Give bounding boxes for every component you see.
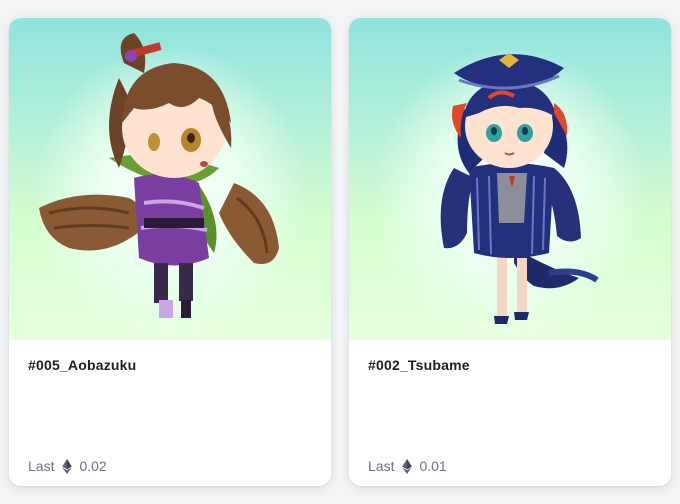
nft-card[interactable]: #002_Tsubame Last 0.01 bbox=[349, 18, 671, 486]
nft-image-tsubame[interactable] bbox=[349, 18, 671, 340]
nft-card-grid: #005_Aobazuku Last 0.02 #002_Tsubame Las… bbox=[0, 0, 680, 504]
price-value: 0.02 bbox=[79, 458, 107, 474]
ethereum-icon bbox=[402, 458, 413, 474]
ethereum-icon bbox=[62, 458, 73, 474]
nft-title[interactable]: #002_Tsubame bbox=[368, 357, 470, 373]
last-price-row: Last 0.01 bbox=[368, 458, 447, 474]
last-price-row: Last 0.02 bbox=[28, 458, 107, 474]
nft-card[interactable]: #005_Aobazuku Last 0.02 bbox=[9, 18, 331, 486]
chibi-owl-girl-illustration bbox=[39, 33, 279, 318]
chibi-swallow-girl-illustration bbox=[440, 53, 599, 324]
last-label: Last bbox=[28, 458, 55, 474]
nft-image-aobazuku[interactable] bbox=[9, 18, 331, 340]
price-value: 0.01 bbox=[419, 458, 447, 474]
nft-title[interactable]: #005_Aobazuku bbox=[28, 357, 136, 373]
last-label: Last bbox=[368, 458, 395, 474]
